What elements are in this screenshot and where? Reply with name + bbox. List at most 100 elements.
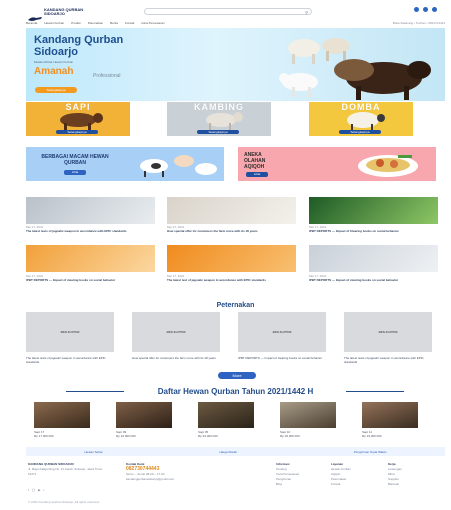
feature-item: Pengiriman Tepat Waktu xyxy=(353,449,387,454)
features-strip: Hewan Sehat Harga Murah Pengiriman Tepat… xyxy=(26,447,445,456)
promo-title: ANEKA OLAHAN AQIQOH xyxy=(244,152,266,170)
footer: KANDANG QURBAN SIDOARJO Jl. Raya Kaligun… xyxy=(26,462,445,510)
footer-contact-col: Kontak Kami 082730744443 Senin – Jumat 0… xyxy=(126,462,226,482)
site-logo[interactable]: KANDANG QURBAN SIDOARJO xyxy=(28,7,92,21)
animal-image[interactable] xyxy=(362,402,418,428)
news-caption[interactable]: Mei 17, 2021 IPBT REPORTS — Impact of cle… xyxy=(309,274,438,282)
category-button[interactable]: Selengkapnya xyxy=(56,130,98,134)
farm-card[interactable]: BKS.KJ.P500 xyxy=(238,312,326,352)
nav-item[interactable]: Kontak xyxy=(125,21,134,25)
copyright: © 2021 Kandang Qurban Sidoarjo. All righ… xyxy=(28,500,100,504)
farm-caption: IPBT REPORTS — Impact of clearing books … xyxy=(238,356,323,360)
footer-link[interactable]: Blog xyxy=(276,482,326,487)
hero-professional: Professional xyxy=(93,73,121,79)
farm-caption: The latest tests of jagoatic weapon in a… xyxy=(26,356,106,364)
youtube-icon[interactable]: ▶ xyxy=(38,488,40,493)
category-sapi[interactable]: SAPI Selengkapnya xyxy=(26,102,130,136)
nav-item[interactable]: Produk xyxy=(71,21,81,25)
sheep-image xyxy=(347,112,385,130)
wishlist-icon[interactable] xyxy=(432,7,437,12)
more-button[interactable]: More xyxy=(218,372,256,379)
animal-caption: Sapi 05 Rp 23.000.000 xyxy=(198,430,218,438)
promo-title: BERBAGAI MACAM HEWAN QURBAN xyxy=(41,154,109,166)
farm-caption: The latest tests of jagoatic weapon in a… xyxy=(344,356,424,364)
nav-item[interactable]: Berita xyxy=(110,21,118,25)
search-input[interactable]: ⚲ xyxy=(144,8,312,15)
brand-name: KANDANG QURBAN SIDOARJO xyxy=(44,7,84,16)
animal-image[interactable] xyxy=(116,402,172,428)
footer-address: Jl. Raya Kaligunting No. 11 Candi, Sidoa… xyxy=(28,467,103,476)
hero-amanah: Amanah xyxy=(34,66,74,77)
animal-caption: Sapi 17 Rp 17.000.000 xyxy=(34,430,54,438)
news-image[interactable] xyxy=(309,245,438,272)
animal-image[interactable] xyxy=(34,402,90,428)
instagram-icon[interactable]: ◯ xyxy=(32,488,35,493)
footer-email[interactable]: kandangqurbansidoarjo@gmail.com xyxy=(126,477,226,482)
category-button[interactable]: Selengkapnya xyxy=(197,130,239,134)
footer-col-title: Informasi xyxy=(276,462,290,466)
news-image[interactable] xyxy=(26,197,155,224)
nav-item[interactable]: Hewan Kurban xyxy=(44,21,64,25)
farm-card[interactable]: BKS.KJ.P500 xyxy=(344,312,432,352)
footer-col: Informasi Tentang Cara Pemesanan Pengiri… xyxy=(276,462,326,487)
goat-image xyxy=(206,112,243,130)
cart-icon[interactable] xyxy=(423,7,428,12)
cow-image xyxy=(60,113,103,130)
livestock-image xyxy=(279,38,431,100)
feature-item: Hewan Sehat xyxy=(84,449,103,454)
animal-caption: Sapi 11 Rp 19.000.000 xyxy=(362,430,382,438)
news-image[interactable] xyxy=(167,245,296,272)
promo-hewan-qurban[interactable]: BERBAGAI MACAM HEWAN QURBAN Lihat xyxy=(26,147,224,181)
news-image[interactable] xyxy=(167,197,296,224)
footer-brand-col: KANDANG QURBAN SIDOARJO Jl. Raya Kaligun… xyxy=(28,462,108,477)
farm-card[interactable]: BKS.KJ.P500 xyxy=(132,312,220,352)
animals-illustration xyxy=(140,155,217,177)
category-domba[interactable]: DOMBA Selengkapnya xyxy=(309,102,413,136)
hero-button[interactable]: Selengkapnya xyxy=(35,87,77,93)
food-image xyxy=(358,155,418,177)
news-caption[interactable]: Mei 17, 2021 IPBT REPORTS — Impact of Cle… xyxy=(309,225,438,233)
news-image[interactable] xyxy=(26,245,155,272)
nav-item[interactable]: Beranda xyxy=(26,21,37,25)
promo-aqiqoh[interactable]: ANEKA OLAHAN AQIQOH Lihat xyxy=(238,147,436,181)
footer-col: Kerja Lowongan Mitra Supplier Bantuan xyxy=(388,462,438,487)
category-kambing[interactable]: KAMBING Selengkapnya xyxy=(167,102,271,136)
footer-link[interactable]: Bantuan xyxy=(388,482,438,487)
hero-title: Kandang Qurban Sidoarjo xyxy=(34,34,124,58)
section-title-peternakan: Peternakan xyxy=(216,302,255,309)
footer-col: Layanan Hewan Kurban Aqiqoh Peternakan K… xyxy=(331,462,381,487)
animal-image[interactable] xyxy=(280,402,336,428)
twitter-icon[interactable]: t xyxy=(44,488,45,493)
news-caption[interactable]: Mei 17, 2021 IPBT REPORTS — Impact of cle… xyxy=(26,274,155,282)
feature-item: Harga Murah xyxy=(219,449,237,454)
nav-item[interactable]: Peternakan xyxy=(88,21,103,25)
news-caption[interactable]: Mei 17, 2021 How special offer for custom… xyxy=(167,225,296,233)
user-icon[interactable] xyxy=(414,7,419,12)
category-button[interactable]: Selengkapnya xyxy=(339,130,381,134)
footer-link[interactable]: Kontak xyxy=(331,482,381,487)
footer-col-title: Layanan xyxy=(331,462,344,466)
animal-image[interactable] xyxy=(198,402,254,428)
promo-button[interactable]: Lihat xyxy=(246,172,268,177)
news-image[interactable] xyxy=(309,197,438,224)
animal-caption: Sapi 10 Rp 18.000.000 xyxy=(280,430,300,438)
news-caption[interactable]: Mei 17, 2021 The latest tests of jagoatic… xyxy=(26,225,155,233)
social-icons: f ◯ ▶ t xyxy=(28,488,108,493)
cow-logo-icon xyxy=(28,9,42,21)
promo-button[interactable]: Lihat xyxy=(64,170,86,175)
farm-card[interactable]: BKS.KJ.P500 xyxy=(26,312,114,352)
footer-col-title: Kerja xyxy=(388,462,396,466)
section-title-daftar: Daftar Hewan Qurban Tahun 2021/1442 H xyxy=(157,387,314,396)
news-caption[interactable]: Mei 17, 2021 The latest test of jagoatic … xyxy=(167,274,296,282)
nav-contact[interactable]: Buka Sekarang • Kurban • 0821744443 xyxy=(393,21,445,25)
search-icon: ⚲ xyxy=(305,10,308,15)
farm-caption: How special offer for customers the farm… xyxy=(132,356,216,360)
nav-item[interactable]: Cara Pemesanan xyxy=(141,21,164,25)
page: KANDANG QURBAN SIDOARJO ⚲ Beranda Hewan … xyxy=(26,0,445,510)
facebook-icon[interactable]: f xyxy=(28,488,29,493)
hero-subtitle: Melalui Ikhtiar Hewan Kurban xyxy=(34,60,74,64)
footer-brand: KANDANG QURBAN SIDOARJO xyxy=(28,462,74,466)
header-icons xyxy=(414,7,437,12)
animal-caption: Sapi 09 Rp 16.000.000 xyxy=(116,430,136,438)
hero-banner: Kandang Qurban Sidoarjo Melalui Ikhtiar H… xyxy=(26,28,445,101)
